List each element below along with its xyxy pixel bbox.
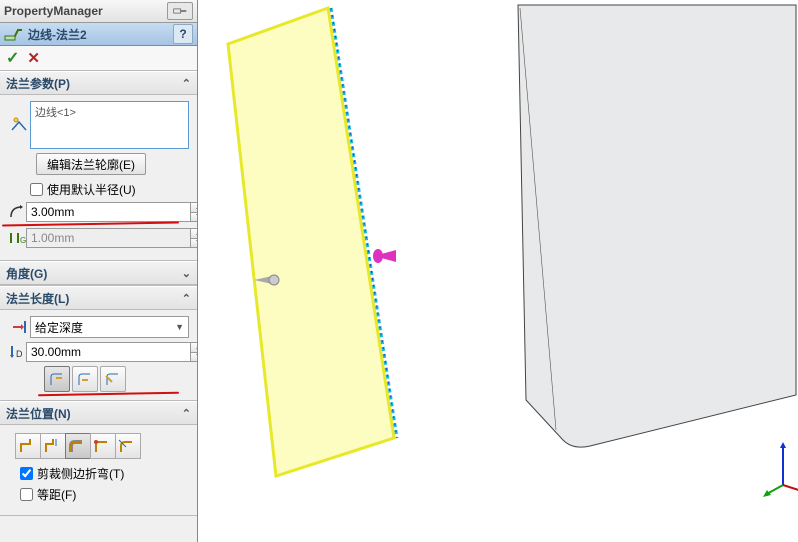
position-virtual-sharp[interactable] <box>90 433 116 459</box>
ok-cancel-bar: ✓ ✕ <box>0 46 197 71</box>
gap-value <box>26 228 191 248</box>
graphics-viewport[interactable] <box>198 0 798 542</box>
panel-title-bar: PropertyManager <box>0 0 197 23</box>
chevron-up-icon: ⌃ <box>182 292 191 305</box>
bend-radius-value[interactable] <box>26 202 191 222</box>
model-preview <box>198 0 798 542</box>
edge-selection-list[interactable]: 边线<1> <box>30 101 189 149</box>
trim-side-bends-checkbox[interactable] <box>20 467 33 480</box>
chevron-up-icon: ⌃ <box>182 77 191 90</box>
section-title: 角度(G) <box>6 265 47 282</box>
depth-input[interactable]: ▲▼ <box>26 342 197 362</box>
offset-checkbox[interactable] <box>20 488 33 501</box>
position-tangent-bend[interactable] <box>115 433 141 459</box>
command-title: 边线-法兰2 <box>28 26 173 43</box>
section-title: 法兰参数(P) <box>6 75 70 92</box>
chevron-up-icon: ⌃ <box>182 407 191 420</box>
section-flange-position: 法兰位置(N) ⌃ 剪裁侧边折弯(T) <box>0 401 197 516</box>
spin-down-icon[interactable]: ▼ <box>191 352 197 363</box>
spin-down-icon[interactable]: ▼ <box>191 212 197 223</box>
position-material-inside[interactable] <box>15 433 41 459</box>
length-ref-inner-virtual-sharp[interactable] <box>72 366 98 392</box>
ok-button[interactable]: ✓ <box>6 48 19 68</box>
gap-icon: G <box>8 229 26 247</box>
position-bend-outside[interactable] <box>65 433 91 459</box>
section-angle: 角度(G) ⌄ <box>0 261 197 286</box>
property-manager-panel: PropertyManager 边线-法兰2 ? ✓ ✕ 法兰参数(P) ⌃ <box>0 0 198 542</box>
bend-radius-input[interactable]: ▲▼ <box>26 202 197 222</box>
depth-type-dropdown[interactable]: 给定深度 ▼ <box>30 316 189 338</box>
use-default-radius-checkbox[interactable] <box>30 183 43 196</box>
section-flange-length: 法兰长度(L) ⌃ 给定深度 ▼ <box>0 286 197 401</box>
pin-icon[interactable] <box>167 2 193 20</box>
chevron-down-icon: ⌄ <box>182 267 191 280</box>
edge-flange-icon <box>4 25 24 43</box>
spin-up-icon[interactable]: ▲ <box>191 342 197 352</box>
dropdown-icon: ▼ <box>175 322 184 332</box>
bend-radius-icon <box>8 203 26 221</box>
edit-flange-profile-button[interactable]: 编辑法兰轮廓(E) <box>36 153 146 175</box>
offset-label: 等距(F) <box>37 486 76 503</box>
edge-select-icon <box>8 116 30 134</box>
length-ref-tangent-bend[interactable] <box>100 366 126 392</box>
section-header-length[interactable]: 法兰长度(L) ⌃ <box>0 286 197 310</box>
position-material-outside[interactable] <box>40 433 66 459</box>
spin-up-icon[interactable]: ▲ <box>191 202 197 212</box>
section-title: 法兰位置(N) <box>6 405 71 422</box>
command-title-bar: 边线-法兰2 ? <box>0 23 197 46</box>
cancel-button[interactable]: ✕ <box>27 49 40 67</box>
gap-input: ▲▼ <box>26 228 197 248</box>
panel-title: PropertyManager <box>4 4 103 18</box>
use-default-radius-label: 使用默认半径(U) <box>47 181 136 198</box>
edge-item: 边线<1> <box>35 107 76 119</box>
section-flange-params: 法兰参数(P) ⌃ 边线<1> 编辑法兰轮廓(E) <box>0 71 197 261</box>
depth-type-value: 给定深度 <box>35 319 83 336</box>
section-header-params[interactable]: 法兰参数(P) ⌃ <box>0 71 197 95</box>
depth-type-icon <box>8 318 30 336</box>
view-triad-icon <box>763 440 798 500</box>
length-ref-outer-virtual-sharp[interactable] <box>44 366 70 392</box>
depth-icon: D <box>8 343 26 361</box>
section-header-angle[interactable]: 角度(G) ⌄ <box>0 261 197 285</box>
help-button[interactable]: ? <box>173 24 193 44</box>
section-title: 法兰长度(L) <box>6 290 69 307</box>
svg-text:D: D <box>16 349 23 359</box>
trim-side-bends-label: 剪裁侧边折弯(T) <box>37 465 124 482</box>
section-header-position[interactable]: 法兰位置(N) ⌃ <box>0 401 197 425</box>
depth-value[interactable] <box>26 342 191 362</box>
